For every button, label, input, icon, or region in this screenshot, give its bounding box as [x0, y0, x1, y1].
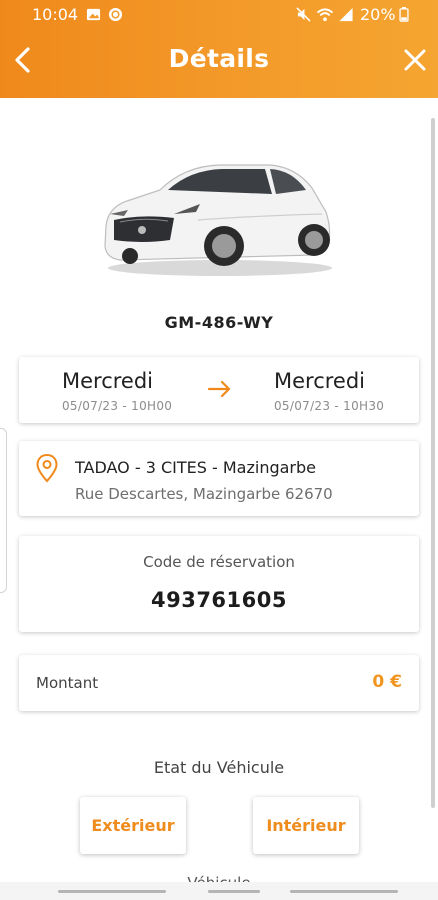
start-datetime: 05/07/23 - 10H00: [62, 399, 173, 413]
wifi-icon: [316, 8, 334, 22]
start-day: Mercredi: [62, 369, 154, 393]
page-title: Détails: [168, 44, 270, 73]
status-bar: 10:04 20%: [0, 0, 438, 30]
amount-card: Montant 0 €: [19, 655, 419, 711]
close-button[interactable]: [402, 47, 428, 73]
image-icon: [86, 8, 101, 21]
exterior-button[interactable]: Extérieur: [80, 797, 186, 854]
header: 10:04 20% Détails: [0, 0, 438, 98]
location-address: Rue Descartes, Mazingarbe 62670: [75, 485, 333, 503]
license-plate: GM-486-WY: [164, 313, 274, 332]
end-datetime: 05/07/23 - 10H30: [274, 399, 385, 413]
vehicle-image: [104, 164, 332, 276]
scrollbar[interactable]: [431, 118, 435, 808]
location-card[interactable]: TADAO - 3 CITES - Mazingarbe Rue Descart…: [19, 441, 419, 516]
reservation-code-label: Code de réservation: [143, 553, 295, 571]
amount-label: Montant: [36, 674, 99, 692]
side-drawer-handle[interactable]: [0, 428, 7, 593]
reservation-code-card: Code de réservation 493761605: [19, 536, 419, 632]
whatsapp-icon: [108, 7, 123, 22]
mute-icon: [296, 7, 311, 22]
battery-percent: 20%: [360, 5, 396, 24]
arrow-right-icon: [207, 380, 231, 398]
amount-value: 0 €: [372, 672, 402, 692]
location-pin-icon: [36, 453, 58, 483]
interior-button[interactable]: Intérieur: [253, 797, 359, 854]
nav-back-button[interactable]: [290, 890, 398, 893]
end-day: Mercredi: [274, 369, 366, 393]
vehicle-state-title: Etat du Véhicule: [153, 758, 285, 777]
location-name: TADAO - 3 CITES - Mazingarbe: [75, 458, 316, 477]
status-time: 10:04: [32, 5, 79, 24]
booking-dates-card: Mercredi 05/07/23 - 10H00 Mercredi 05/07…: [19, 357, 419, 423]
nav-recents-button[interactable]: [58, 890, 166, 893]
reservation-code-value: 493761605: [150, 588, 287, 612]
system-navigation-bar: [0, 882, 438, 900]
nav-home-button[interactable]: [208, 890, 260, 893]
signal-icon: [339, 7, 353, 22]
battery-icon: [399, 7, 409, 22]
